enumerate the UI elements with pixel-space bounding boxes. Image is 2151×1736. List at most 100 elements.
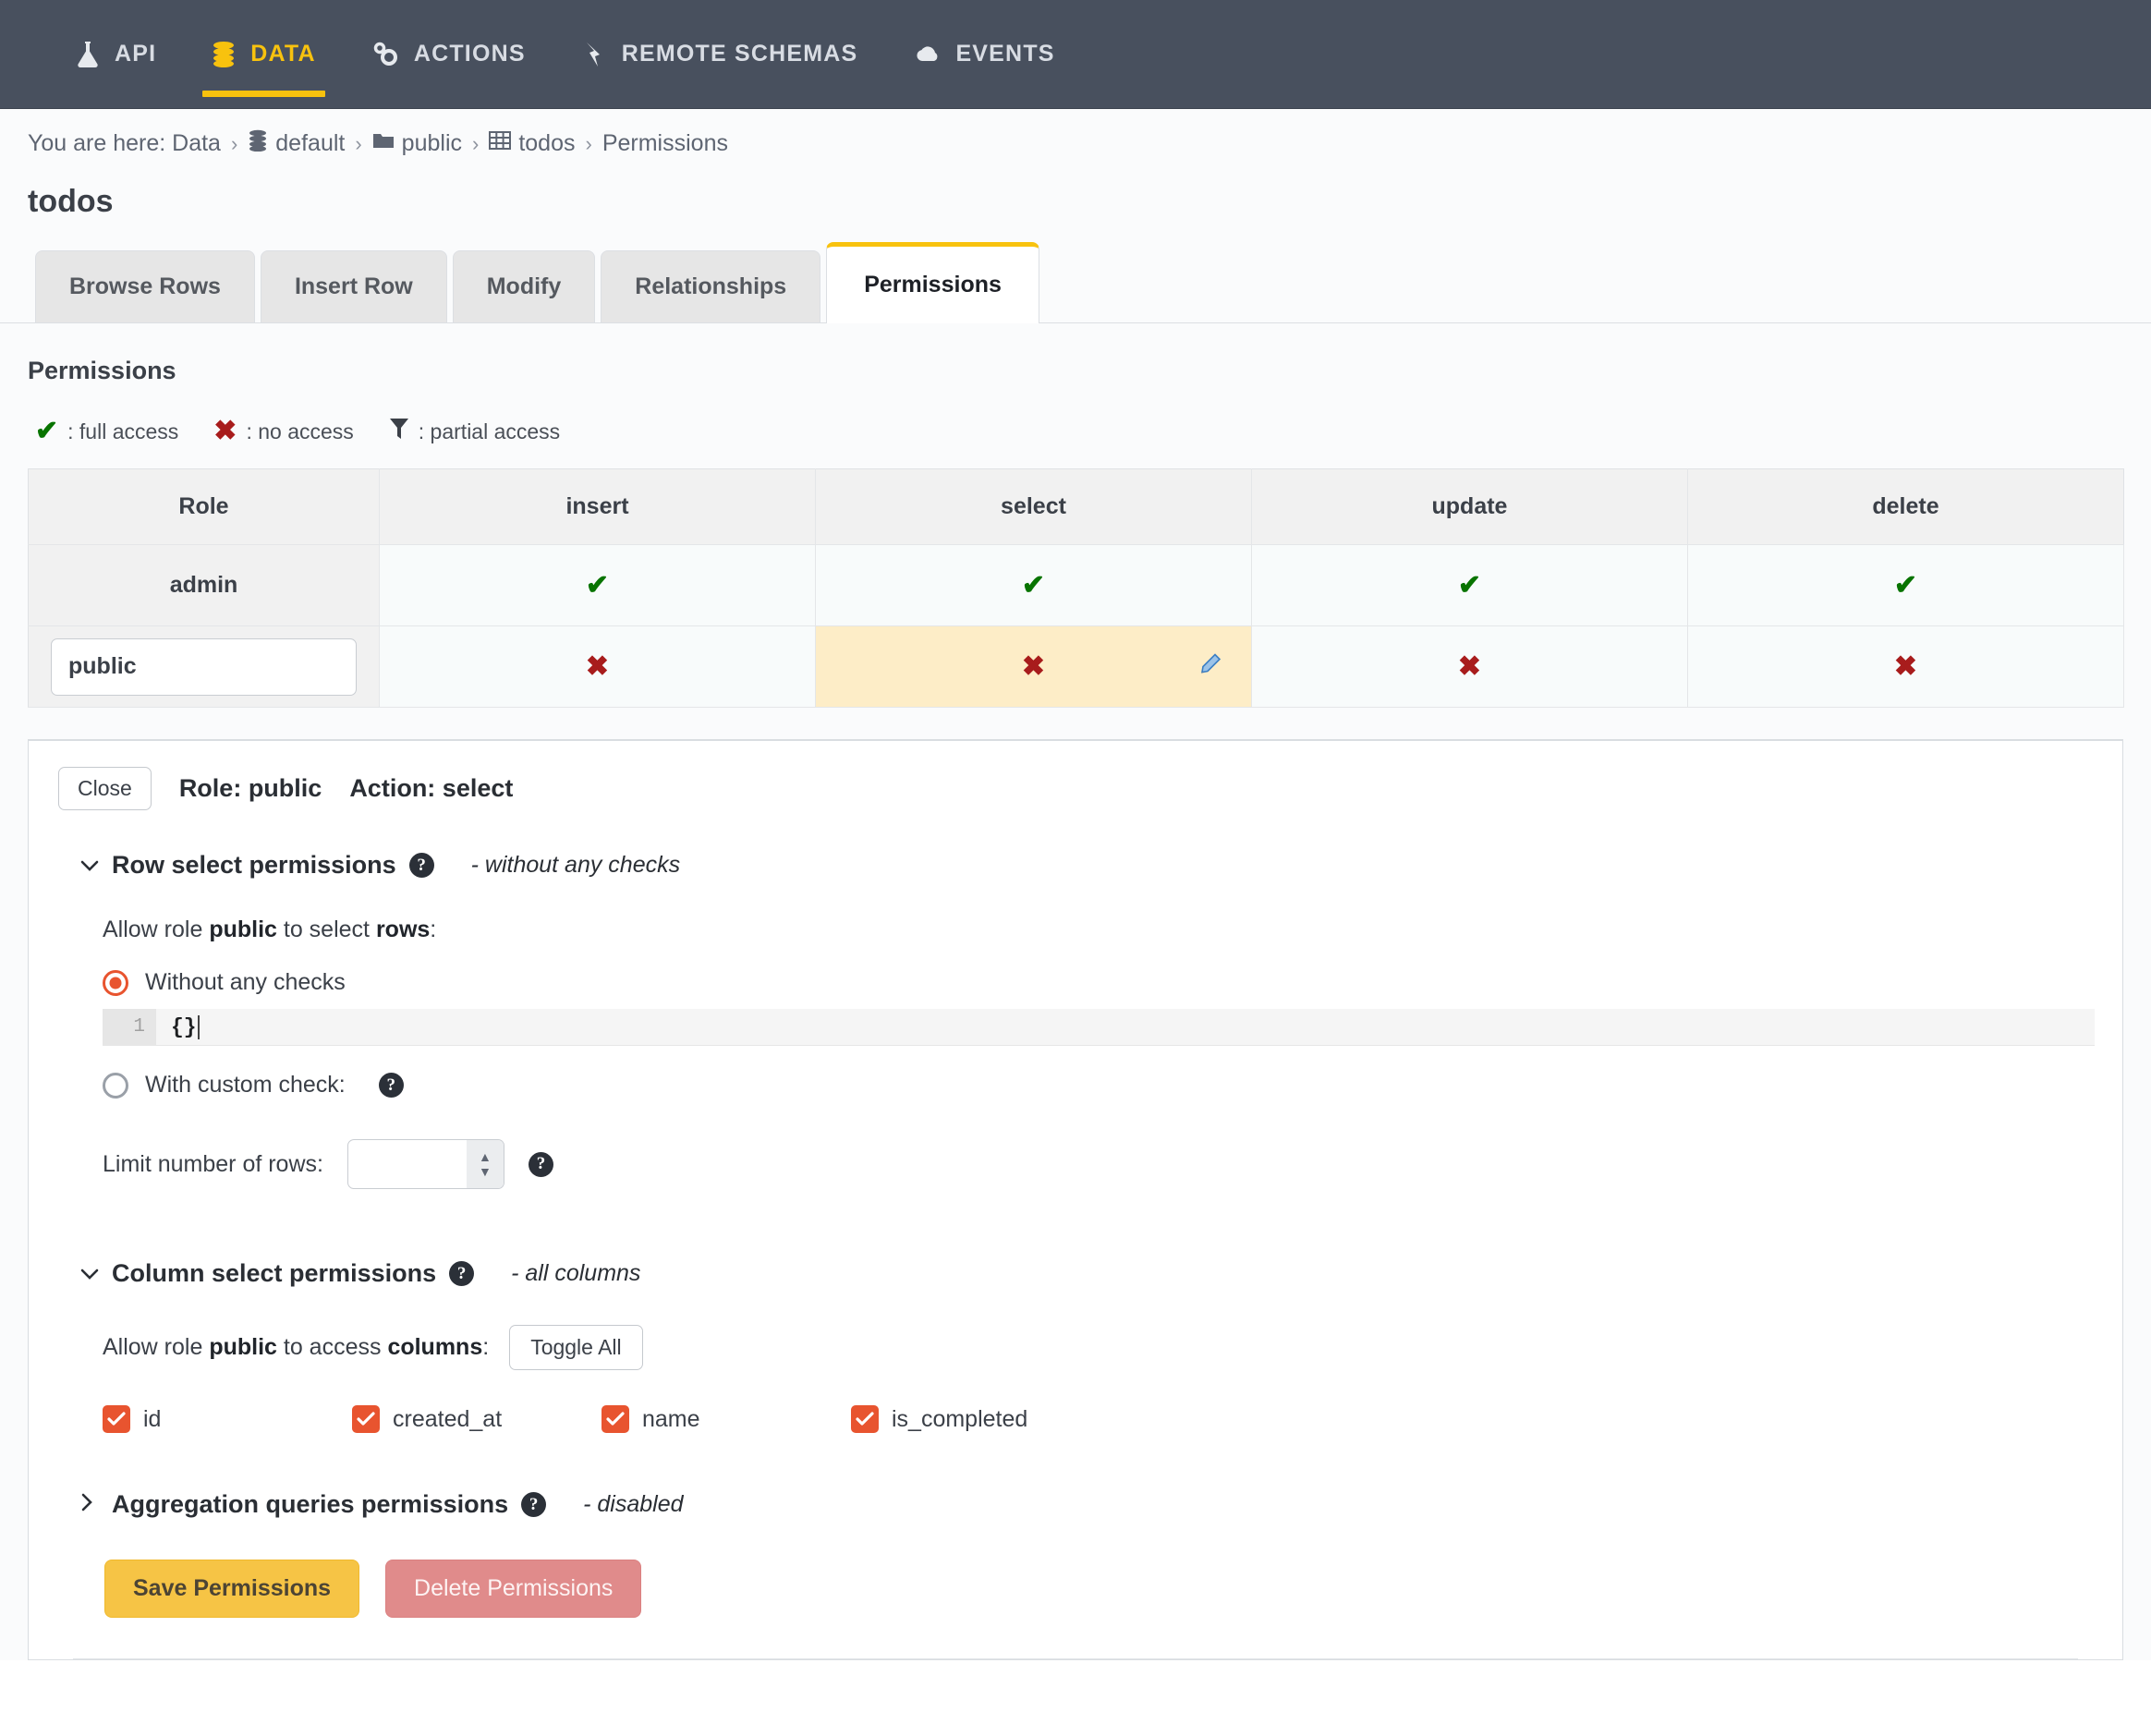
code-content-line[interactable]: {} [156,1009,2095,1045]
table-row-public: ✖ ✖ ✖ ✖ [28,625,2124,708]
chevron-down-icon[interactable] [80,855,99,877]
allow-mid: to select [276,917,376,942]
save-permissions-button[interactable]: Save Permissions [104,1560,360,1618]
chevron-down-icon[interactable] [80,1263,99,1285]
page-title: todos [28,184,114,219]
code-value: {} [171,1014,197,1039]
radio-button-custom-check[interactable] [103,1072,128,1099]
toggle-all-button[interactable]: Toggle All [509,1325,643,1370]
nav-item-data[interactable]: DATA [184,0,344,108]
help-icon[interactable]: ? [449,1261,475,1286]
limit-rows-input[interactable] [348,1140,467,1188]
column-checkbox-id[interactable]: id [103,1405,352,1433]
allow-target: rows [375,917,431,942]
allow-suffix: : [430,917,437,942]
permission-cell-public-select[interactable]: ✖ [815,625,1252,708]
check-icon: ✔ [1021,569,1046,601]
column-checkbox-name[interactable]: name [602,1405,851,1433]
aggregation-queries-permissions-header[interactable]: Aggregation queries permissions ? - disa… [29,1433,2122,1519]
breadcrumb-prefix: You are here: Data [28,130,221,156]
text-caret [197,1014,200,1039]
nav-item-label: ACTIONS [413,41,526,67]
flask-icon [76,41,100,68]
help-icon[interactable]: ? [408,853,434,878]
nav-item-api[interactable]: API [48,0,184,108]
column-checkbox-label: name [642,1405,700,1432]
radio-label: Without any checks [145,969,346,995]
role-name-input[interactable] [51,637,357,696]
permission-cell-public-delete[interactable]: ✖ [1687,625,2124,708]
legend-partial-access: : partial access [389,417,560,446]
breadcrumb-item-default[interactable]: default [248,129,345,158]
nav-item-label: EVENTS [955,41,1055,67]
help-icon[interactable]: ? [378,1073,404,1098]
column-checkbox-created-at[interactable]: created_at [352,1405,602,1433]
role-label-admin: admin [28,544,380,626]
permission-cell-admin-delete[interactable]: ✔ [1687,544,2124,626]
cloud-icon [913,41,941,68]
nav-item-events[interactable]: EVENTS [885,0,1082,108]
permissions-heading: Permissions [28,357,176,384]
row-check-code-editor[interactable]: 1 {} [103,1009,2095,1046]
column-checkbox-list: id created_at name is_completed [29,1370,2122,1433]
checkbox-checked-icon[interactable] [851,1405,879,1433]
edit-pencil-icon[interactable] [1197,652,1221,681]
allow-suffix: : [482,1334,490,1360]
radio-button-without-checks[interactable] [103,969,128,996]
table-header-row: Role insert select update delete [28,468,2124,545]
breadcrumb-item-todos[interactable]: todos [489,130,576,157]
allow-text: Allow role public to select rows: [103,917,436,943]
column-header-role: Role [28,468,380,545]
nav-item-remote-schemas[interactable]: REMOTE SCHEMAS [553,0,886,108]
checkbox-checked-icon[interactable] [103,1405,130,1433]
help-icon[interactable]: ? [521,1492,547,1517]
row-select-permissions-header[interactable]: Row select permissions ? - without any c… [29,810,2122,880]
chevron-right-icon[interactable] [80,1493,99,1516]
chevron-down-icon[interactable]: ▼ [479,1165,492,1178]
permission-cell-public-update[interactable]: ✖ [1251,625,1688,708]
breadcrumb-separator: › [355,131,362,155]
nav-item-actions[interactable]: ACTIONS [344,0,553,108]
radio-label: With custom check: [145,1072,346,1098]
tab-permissions[interactable]: Permissions [826,242,1039,323]
permission-cell-admin-insert[interactable]: ✔ [379,544,816,626]
close-button[interactable]: Close [58,767,152,810]
legend-label: : no access [246,419,354,443]
breadcrumb-separator: › [230,131,238,155]
column-checkbox-label: created_at [393,1405,503,1432]
tab-relationships[interactable]: Relationships [601,250,821,322]
tab-insert-row[interactable]: Insert Row [260,250,447,322]
allow-role: public [209,1334,277,1360]
delete-permissions-button[interactable]: Delete Permissions [385,1560,642,1618]
table-icon [489,130,512,157]
help-icon[interactable]: ? [528,1151,553,1177]
column-select-permissions-header[interactable]: Column select permissions ? - all column… [29,1189,2122,1288]
tab-bar: Browse Rows Insert Row Modify Relationsh… [0,220,2151,323]
table-row-admin: admin ✔ ✔ ✔ ✔ [28,544,2124,626]
legend-full-access: ✔ : full access [35,418,178,445]
permission-cell-admin-select[interactable]: ✔ [815,544,1252,626]
top-navigation-bar: API DATA ACTIONS REMOTE SCHEMAS EVENTS [0,0,2151,109]
legend-label: : full access [67,419,179,443]
checkbox-checked-icon[interactable] [602,1405,629,1433]
tab-modify[interactable]: Modify [452,250,596,322]
permission-cell-public-insert[interactable]: ✖ [379,625,816,708]
radio-without-any-checks[interactable]: Without any checks [29,943,2122,996]
stepper-arrows[interactable]: ▲ ▼ [466,1140,504,1188]
permission-cell-admin-update[interactable]: ✔ [1251,544,1688,626]
limit-rows-stepper[interactable]: ▲ ▼ [346,1139,504,1189]
permissions-table: Role insert select update delete admin ✔… [28,468,2124,708]
checkbox-checked-icon[interactable] [352,1405,380,1433]
tab-browse-rows[interactable]: Browse Rows [35,250,255,322]
radio-with-custom-check[interactable]: With custom check: ? [29,1046,2122,1099]
breadcrumb-label: todos [518,130,576,156]
breadcrumb-item-public[interactable]: public [372,130,462,157]
code-gutter-line-number: 1 [103,1009,156,1045]
nav-item-label: REMOTE SCHEMAS [621,41,858,67]
check-icon: ✔ [1457,569,1482,601]
allow-text: Allow role public to access columns: [103,1334,489,1361]
chevron-up-icon[interactable]: ▲ [479,1150,492,1163]
cross-icon: ✖ [1893,650,1918,682]
column-checkbox-is-completed[interactable]: is_completed [851,1405,1100,1433]
breadcrumb-separator: › [585,131,592,155]
